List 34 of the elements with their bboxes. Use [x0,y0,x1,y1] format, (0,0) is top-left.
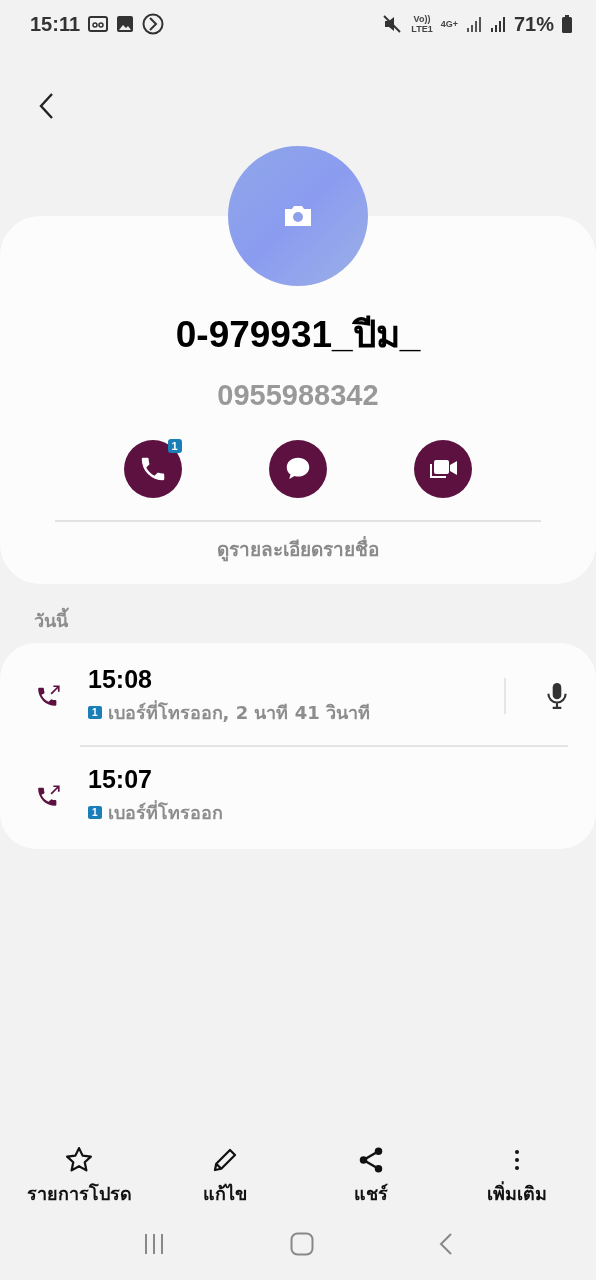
play-circle-icon [142,13,165,35]
battery-icon [562,15,572,33]
star-icon [64,1145,94,1175]
outgoing-call-icon [36,783,62,809]
call-time: 15:08 [88,665,153,694]
voicemail-icon [88,16,109,32]
toolbar-button[interactable]: แก้ไข [155,1145,295,1208]
status-time: 15:11 [30,12,81,36]
outgoing-call-icon [36,683,62,709]
contact-name: 0-979931_ปีม_ [175,313,421,357]
recent-apps-icon [142,1233,166,1255]
call-time: 15:07 [88,765,153,794]
network-indicator: 4G+ [440,19,458,29]
battery-percent: 71% [513,12,554,36]
sim-badge: 1 [88,806,102,819]
count-badge: 1 [167,439,182,453]
volte-indicator: Vo)) LTE1 [411,14,433,34]
toolbar-button[interactable]: รายการโปรด [9,1145,149,1208]
call-button[interactable]: 1 [123,440,182,498]
sim-badge: 1 [88,706,102,719]
section-heading: วันนี้ [34,606,596,635]
home-icon [290,1232,314,1256]
image-icon [116,15,135,33]
signal-icon [465,16,482,32]
video-call-button[interactable] [414,440,473,498]
message-button[interactable] [269,440,327,498]
call-description: เบอร์ที่โทรออก, 2 นาที 41 วินาที [107,699,371,725]
toolbar-button[interactable]: เพิ่มเติม [447,1145,587,1208]
back-icon [438,1232,454,1256]
call-description: เบอร์ที่โทรออก [107,799,223,825]
phone-number: 0955988342 [217,379,379,412]
camera-icon [283,204,313,228]
toolbar-button[interactable]: แชร์ [301,1145,441,1208]
signal-icon [489,16,506,32]
